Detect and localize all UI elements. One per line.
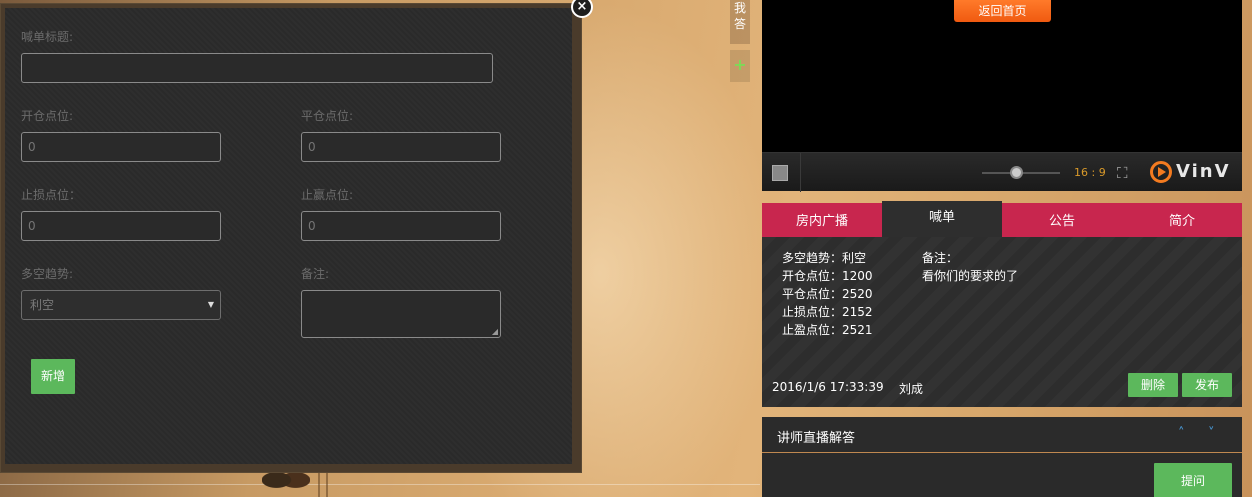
background-line (0, 484, 760, 485)
tab-broadcast[interactable]: 房内广播 (762, 203, 882, 237)
aspect-ratio-toggle[interactable]: 16 : 9 (1074, 166, 1106, 179)
call-author: 刘成 (899, 382, 924, 396)
dropdown-arrow-icon: ▼ (207, 300, 214, 309)
call-timestamp: 2016/1/6 17:33:39 (772, 380, 884, 394)
play-logo-icon (1150, 161, 1172, 183)
note-textarea[interactable]: ◢ (301, 290, 501, 338)
note-label: 备注: (301, 267, 330, 281)
volume-knob[interactable] (1010, 166, 1023, 179)
tab-intro[interactable]: 简介 (1122, 203, 1242, 237)
chevron-up-icon[interactable]: ˄ (1178, 426, 1185, 441)
trend-label: 多空趋势: (21, 267, 74, 281)
tab-announcement[interactable]: 公告 (1002, 203, 1122, 237)
add-button[interactable]: 新增 (31, 359, 75, 394)
plus-icon[interactable]: + (730, 50, 750, 82)
call-note-text: 看你们的要求的了 (922, 269, 1019, 283)
divider (800, 153, 801, 192)
takeprofit-input[interactable] (301, 211, 501, 241)
call-close-price: 平仓点位：2520 (782, 287, 873, 301)
tab-calls[interactable]: 喊单 (882, 201, 1002, 237)
title-label: 喊单标题: (21, 30, 74, 44)
call-detail-panel: 多空趋势：利空 开仓点位：1200 平仓点位：2520 止损点位：2152 止盈… (762, 237, 1242, 407)
close-price-label: 平仓点位: (301, 109, 354, 123)
home-button[interactable]: 返回首页 (954, 0, 1051, 22)
call-open-price: 开仓点位：1200 (782, 269, 873, 283)
fullscreen-icon[interactable]: ⛶ (1117, 164, 1128, 182)
title-input[interactable] (21, 53, 493, 83)
call-takeprofit: 止盈点位：2521 (782, 323, 873, 337)
stoploss-input[interactable] (21, 211, 221, 241)
brand-logo: VinV (1176, 161, 1231, 182)
open-price-label: 开仓点位: (21, 109, 74, 123)
qa-header: 讲师直播解答 ˄ ˅ (762, 417, 1242, 453)
call-form-modal: 喊单标题: 开仓点位: 平仓点位: 止损点位： 止赢点位: 多空趋势: 利空 ▼… (0, 0, 593, 473)
trend-selected-value: 利空 (30, 298, 55, 312)
info-tabs: 房内广播 喊单 公告 简介 (762, 201, 1242, 237)
ask-button[interactable]: 提问 (1154, 463, 1232, 497)
takeprofit-label: 止赢点位: (301, 188, 354, 202)
call-form-body: 喊单标题: 开仓点位: 平仓点位: 止损点位： 止赢点位: 多空趋势: 利空 ▼… (5, 8, 572, 464)
chevron-down-icon[interactable]: ˅ (1208, 426, 1215, 441)
trend-select[interactable]: 利空 ▼ (21, 290, 221, 320)
stoploss-label: 止损点位： (21, 188, 82, 202)
qa-body: 提问 (762, 453, 1242, 497)
open-price-input[interactable] (21, 132, 221, 162)
delete-button[interactable]: 删除 (1128, 373, 1178, 397)
call-note-title: 备注： (922, 251, 959, 265)
qa-title: 讲师直播解答 (777, 431, 856, 446)
video-controls: 16 : 9 ⛶ VinV (762, 152, 1242, 192)
resize-grip-icon[interactable]: ◢ (492, 328, 498, 336)
ask-me-tab[interactable]: 我答 (730, 0, 750, 44)
stop-icon[interactable] (772, 165, 788, 181)
call-trend: 多空趋势：利空 (782, 251, 867, 265)
video-player[interactable] (762, 0, 1242, 152)
close-price-input[interactable] (301, 132, 501, 162)
ask-me-tab-label: 我答 (734, 1, 747, 31)
call-stoploss: 止损点位：2152 (782, 305, 873, 319)
publish-button[interactable]: 发布 (1182, 373, 1232, 397)
